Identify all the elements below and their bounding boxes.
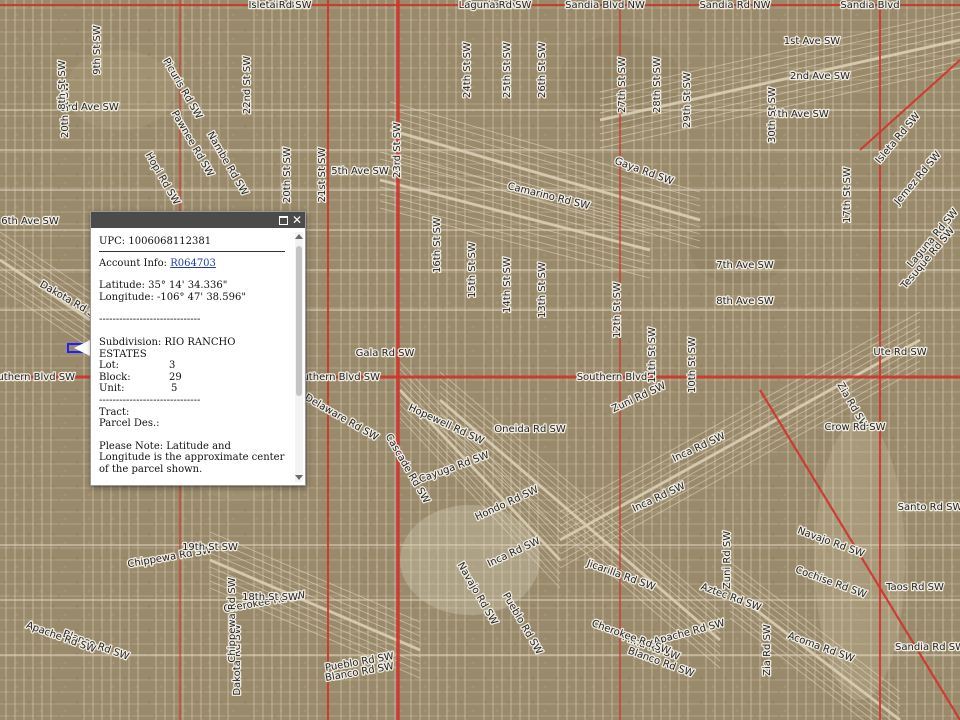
scrollbar-thumb[interactable] xyxy=(296,246,302,396)
close-icon[interactable]: ✕ xyxy=(291,214,303,226)
account-label: Account Info: xyxy=(99,257,168,269)
street-label: 17th St SW xyxy=(842,167,853,223)
street-label: Sandia Blvd NW xyxy=(565,0,645,11)
street-label: 13th St SW xyxy=(537,262,548,318)
street-label: Zuni Rd SW xyxy=(722,531,733,589)
street-label: 20th St SW xyxy=(282,147,293,203)
street-label: 8th St SW xyxy=(57,60,68,110)
upc-line: UPC: 1006068112381 xyxy=(99,236,285,248)
street-label: 29th St SW xyxy=(682,72,693,128)
maximize-icon[interactable] xyxy=(277,214,289,226)
street-label: Isleta Rd SW xyxy=(248,0,311,11)
subdivision-name: ESTATES xyxy=(99,348,147,360)
lot-row: Lot: 3 xyxy=(99,360,285,372)
popup-content: UPC: 1006068112381 Account Info: R064703… xyxy=(99,236,285,481)
scroll-up-icon[interactable] xyxy=(295,234,303,239)
street-label: 2nd Ave SW xyxy=(790,71,850,82)
street-label: 1st Ave SW xyxy=(784,36,841,47)
street-label: 23rd St SW xyxy=(392,122,403,178)
parcel-info-popup[interactable]: ✕ UPC: 1006068112381 Account Info: R0647… xyxy=(90,211,306,486)
street-label: 10th St SW xyxy=(687,337,698,393)
upc-label: UPC: xyxy=(99,236,126,247)
popup-titlebar[interactable] xyxy=(91,212,305,228)
street-label: 22nd St SW xyxy=(242,56,253,114)
street-label: Sandia Rd NW xyxy=(699,0,770,11)
street-label: Zia Rd SW xyxy=(762,624,773,676)
unit-value: 5 xyxy=(171,383,178,395)
street-label: 24th St SW xyxy=(462,42,473,98)
account-line: Account Info: R064703 xyxy=(99,258,285,270)
dash-separator: ------------------------------ xyxy=(99,314,201,326)
street-label: 11th St SW xyxy=(647,327,658,383)
popup-scrollbar[interactable] xyxy=(295,232,303,482)
street-label: 7th Ave SW xyxy=(716,260,774,271)
lot-value: 3 xyxy=(169,360,176,372)
street-label: Santo Rd SW xyxy=(898,502,960,513)
street-label: 27th St SW xyxy=(617,57,628,113)
coordinate-note: Please Note: Latitude and Longitude is t… xyxy=(99,440,285,475)
divider xyxy=(99,250,285,252)
street-label: 4th Ave SW xyxy=(771,109,829,120)
terrain-patch xyxy=(690,215,790,285)
street-label: 19th St SW xyxy=(182,542,238,553)
account-link[interactable]: R064703 xyxy=(170,258,216,269)
street-label: 9th St SW xyxy=(92,25,103,75)
latitude: Latitude: 35° 14' 34.336" xyxy=(99,280,228,292)
street-label: Taos Rd SW xyxy=(885,582,944,593)
street-label: Ute Rd SW xyxy=(873,347,926,358)
street-label: Chippewa Rd SW xyxy=(227,577,238,662)
street-label: 26th St SW xyxy=(537,42,548,98)
dash-separator-2: ------------------------------ xyxy=(99,394,201,406)
unit-label: Unit: xyxy=(99,383,125,395)
street-label: Laguna Rd SW xyxy=(459,0,532,11)
street-label: 15th St SW xyxy=(467,242,478,298)
street-label: 14th St SW xyxy=(502,257,513,313)
street-label: Sandia Blvd xyxy=(840,0,899,11)
upc-value: 1006068112381 xyxy=(128,236,212,247)
street-label: 28th St SW xyxy=(652,57,663,113)
lot-label: Lot: xyxy=(99,360,120,372)
scroll-down-icon[interactable] xyxy=(295,475,303,480)
street-label: 12th St SW xyxy=(612,282,623,338)
street-label: 30th St SW xyxy=(767,87,778,143)
street-label: Sandia Rd SW xyxy=(895,642,960,653)
street-label: 25th St SW xyxy=(502,42,513,98)
popup-pointer xyxy=(74,340,90,356)
street-label: Southern Blvd xyxy=(577,372,648,383)
street-label: 18th St SW xyxy=(242,592,298,603)
street-label: Crow Rd SW xyxy=(824,422,885,433)
block-label: Block: xyxy=(99,371,131,383)
street-label: 21st St SW xyxy=(317,148,328,203)
subdivision-line: Subdivision: RIO RANCHO xyxy=(99,336,236,348)
block-row: Block: 29 xyxy=(99,372,285,384)
street-label: 6th Ave SW xyxy=(1,216,59,227)
street-label: Southern Blvd SW xyxy=(0,372,75,383)
longitude: Longitude: -106° 47' 38.596" xyxy=(99,291,246,303)
street-label: 8th Ave SW xyxy=(716,296,774,307)
street-label: Oneida Rd SW xyxy=(494,424,566,435)
parcel-des-label: Parcel Des.: xyxy=(99,418,160,430)
street-label: Gala Rd SW xyxy=(356,348,415,359)
unit-row: Unit: 5 xyxy=(99,383,285,395)
block-value: 29 xyxy=(169,371,182,383)
tract-label: Tract: xyxy=(99,406,130,418)
street-label: 16th St SW xyxy=(432,217,443,273)
street-label: 5th Ave SW xyxy=(331,166,389,177)
